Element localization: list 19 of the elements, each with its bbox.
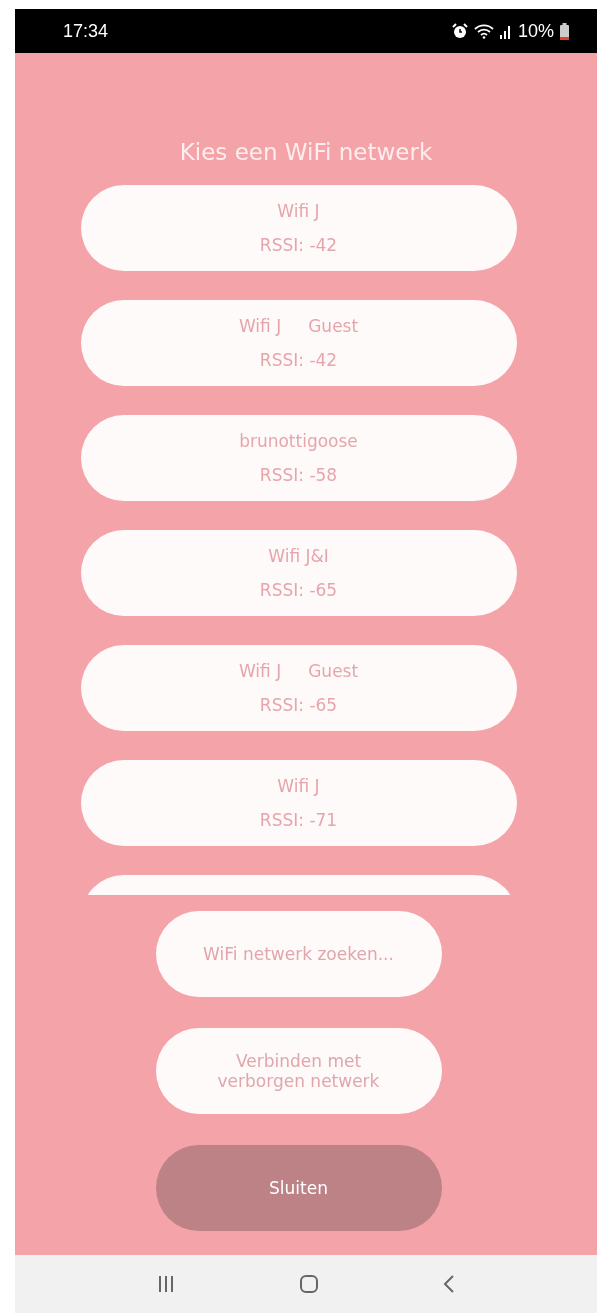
battery-icon (560, 22, 569, 40)
action-button[interactable]: Verbinden met verborgen netwerk (155, 1028, 442, 1114)
signal-icon (499, 23, 512, 39)
wifi-icon (473, 23, 494, 39)
home-icon[interactable] (299, 1274, 319, 1294)
network-item[interactable]: Wifi J Guest RSSI: -65 (80, 645, 517, 731)
network-item[interactable]: brunottigoose RSSI: -58 (80, 415, 517, 501)
battery-percent: 10% (517, 20, 554, 42)
recent-apps-icon[interactable] (157, 1275, 175, 1293)
network-item[interactable]: Wifi J Guest RSSI: -42 (80, 300, 517, 386)
action-button[interactable]: WiFi netwerk zoeken... (155, 911, 442, 997)
network-item[interactable]: Wifi J RSSI: -42 (80, 185, 517, 271)
back-icon[interactable] (443, 1274, 455, 1294)
dialog-title: Kies een WiFi netwerk (179, 139, 433, 165)
clock-time: 17:34 (63, 20, 109, 42)
close-button[interactable]: Sluiten (155, 1145, 442, 1231)
alarm-icon (451, 23, 468, 39)
network-item[interactable]: Wifi J RSSI: -71 (80, 760, 517, 846)
network-item[interactable]: Wifi J&I RSSI: -65 (80, 530, 517, 616)
